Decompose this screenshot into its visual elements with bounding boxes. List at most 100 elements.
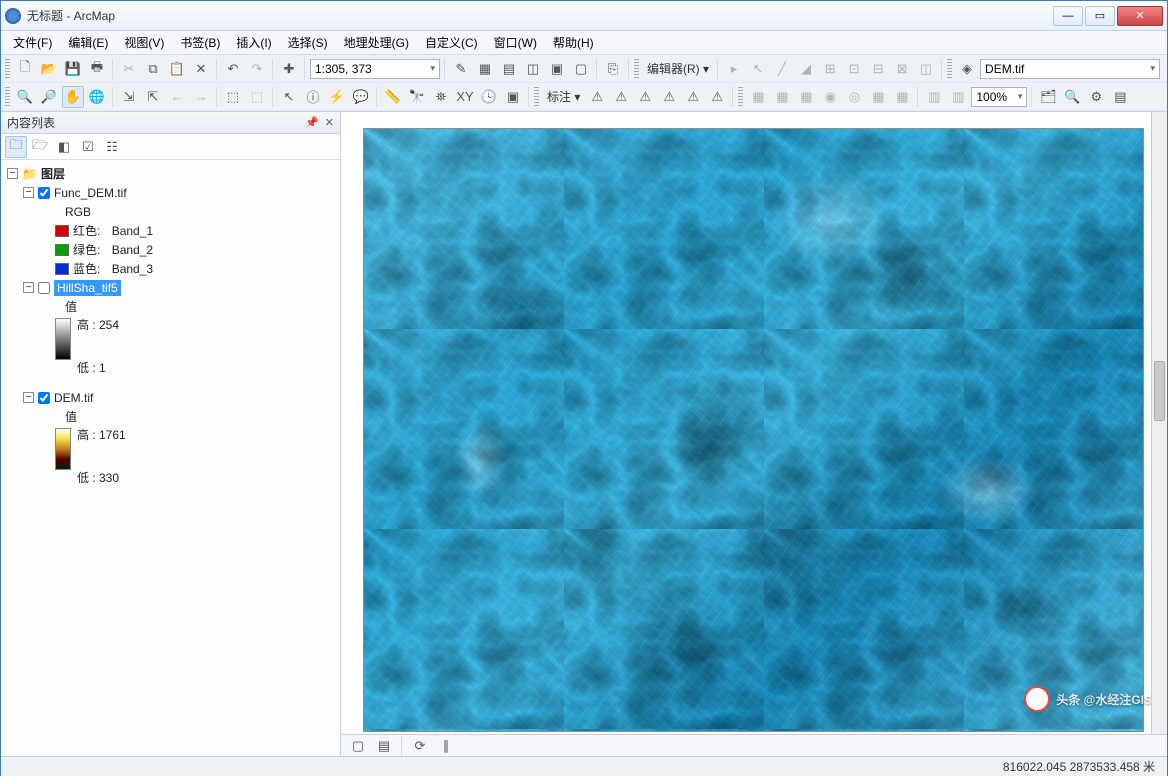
measure-icon[interactable]: 📏	[382, 86, 404, 108]
search-icon[interactable]: 🔍	[1061, 86, 1083, 108]
back-icon[interactable]: ←	[166, 86, 188, 108]
data-view-icon[interactable]: ▢	[347, 735, 369, 757]
cut-icon[interactable]: ✂	[118, 58, 140, 80]
geo1-icon[interactable]: ▦	[747, 86, 769, 108]
options-icon[interactable]: ☷	[101, 136, 123, 158]
find-icon[interactable]: 🔭	[406, 86, 428, 108]
collapse-icon[interactable]: −	[7, 168, 18, 179]
lbl6-icon[interactable]: ⚠	[706, 86, 728, 108]
ed4-icon[interactable]: ◢	[795, 58, 817, 80]
menu-file[interactable]: 文件(F)	[7, 32, 58, 53]
geo5-icon[interactable]: ◎	[843, 86, 865, 108]
fixed-zoom-out-icon[interactable]: ⇱	[142, 86, 164, 108]
tool6-icon[interactable]: ⎘	[602, 58, 624, 80]
menu-geoprocessing[interactable]: 地理处理(G)	[338, 32, 415, 53]
lbl5-icon[interactable]: ⚠	[682, 86, 704, 108]
list-by-source-icon[interactable]: 🗁	[29, 136, 51, 158]
identify-icon[interactable]: ⓘ	[302, 86, 324, 108]
ed7-icon[interactable]: ⊟	[867, 58, 889, 80]
undo-icon[interactable]: ↶	[222, 58, 244, 80]
new-icon[interactable]: 🗋	[14, 58, 36, 80]
geo8-icon[interactable]: ▥	[923, 86, 945, 108]
menu-insert[interactable]: 插入(I)	[230, 32, 277, 53]
menu-bookmark[interactable]: 书签(B)	[174, 32, 226, 53]
tool4-icon[interactable]: ▣	[546, 58, 568, 80]
tool2-icon[interactable]: ▤	[498, 58, 520, 80]
collapse-icon[interactable]: −	[23, 282, 34, 293]
pause-icon[interactable]: ∥	[435, 735, 457, 757]
tool5-icon[interactable]: ▢	[570, 58, 592, 80]
vertical-scrollbar[interactable]	[1151, 112, 1167, 734]
map-canvas[interactable]	[363, 128, 1144, 732]
save-icon[interactable]: 💾	[62, 58, 84, 80]
ed3-icon[interactable]: ╱	[771, 58, 793, 80]
open-icon[interactable]: 📂	[38, 58, 60, 80]
editor-menu[interactable]: 编辑器(R) ▾	[643, 60, 713, 77]
zoom-in-icon[interactable]: 🔍	[14, 86, 36, 108]
editor-toolbar-icon[interactable]: ✎	[450, 58, 472, 80]
hyperlink-icon[interactable]: ⚡	[326, 86, 348, 108]
layer-props-icon[interactable]: ◈	[956, 58, 978, 80]
close-button[interactable]: ✕	[1117, 6, 1163, 26]
close-panel-icon[interactable]: ✕	[325, 116, 334, 129]
fixed-zoom-in-icon[interactable]: ⇲	[118, 86, 140, 108]
ed9-icon[interactable]: ◫	[915, 58, 937, 80]
pin-icon[interactable]: 📌	[305, 116, 319, 129]
geo3-icon[interactable]: ▦	[795, 86, 817, 108]
collapse-icon[interactable]: −	[23, 187, 34, 198]
layer-name[interactable]: Func_DEM.tif	[54, 186, 127, 200]
menu-help[interactable]: 帮助(H)	[547, 32, 600, 53]
print-icon[interactable]: 🖶	[86, 58, 108, 80]
scale-combo[interactable]: 1:305, 373▾	[310, 59, 440, 79]
geo4-icon[interactable]: ◉	[819, 86, 841, 108]
select-features-icon[interactable]: ⬚	[222, 86, 244, 108]
catalog-icon[interactable]: 🗂	[1037, 86, 1059, 108]
lbl1-icon[interactable]: ⚠	[586, 86, 608, 108]
geo9-icon[interactable]: ▥	[947, 86, 969, 108]
clear-selection-icon[interactable]: ⬚	[246, 86, 268, 108]
ed2-icon[interactable]: ↖	[747, 58, 769, 80]
list-by-drawing-icon[interactable]: 🗀	[5, 136, 27, 158]
pointer-icon[interactable]: ↖	[278, 86, 300, 108]
ed5-icon[interactable]: ⊞	[819, 58, 841, 80]
toc-tree[interactable]: −📁图层 −Func_DEM.tif RGB 红色: Band_1 绿色: Ba…	[1, 160, 340, 756]
menu-edit[interactable]: 编辑(E)	[62, 32, 114, 53]
menu-window[interactable]: 窗口(W)	[488, 32, 543, 53]
copy-icon[interactable]: ⧉	[142, 58, 164, 80]
layer-checkbox[interactable]	[38, 282, 50, 294]
zoom-out-icon[interactable]: 🔎	[38, 86, 60, 108]
lbl4-icon[interactable]: ⚠	[658, 86, 680, 108]
goto-xy-icon[interactable]: XY	[454, 86, 476, 108]
add-data-icon[interactable]: ✚	[278, 58, 300, 80]
list-by-visibility-icon[interactable]: ◧	[53, 136, 75, 158]
delete-icon[interactable]: ✕	[190, 58, 212, 80]
ed8-icon[interactable]: ⊠	[891, 58, 913, 80]
html-popup-icon[interactable]: 💬	[350, 86, 372, 108]
menu-customize[interactable]: 自定义(C)	[419, 32, 484, 53]
label-menu[interactable]: 标注 ▾	[543, 88, 584, 105]
viewer-icon[interactable]: ▣	[502, 86, 524, 108]
maximize-button[interactable]: ▭	[1085, 6, 1115, 26]
geo7-icon[interactable]: ▦	[891, 86, 913, 108]
percent-combo[interactable]: 100%▾	[971, 87, 1027, 107]
python-icon[interactable]: ▤	[1109, 86, 1131, 108]
menu-view[interactable]: 视图(V)	[118, 32, 170, 53]
list-by-selection-icon[interactable]: ☑	[77, 136, 99, 158]
layout-view-icon[interactable]: ▤	[373, 735, 395, 757]
full-extent-icon[interactable]: 🌐	[86, 86, 108, 108]
pan-icon[interactable]: ✋	[62, 86, 84, 108]
layer-checkbox[interactable]	[38, 187, 50, 199]
tool3-icon[interactable]: ◫	[522, 58, 544, 80]
menu-select[interactable]: 选择(S)	[282, 32, 334, 53]
geo6-icon[interactable]: ▦	[867, 86, 889, 108]
lbl3-icon[interactable]: ⚠	[634, 86, 656, 108]
paste-icon[interactable]: 📋	[166, 58, 188, 80]
layer-checkbox[interactable]	[38, 392, 50, 404]
find-route-icon[interactable]: ⛯	[430, 86, 452, 108]
layer-name[interactable]: DEM.tif	[54, 391, 93, 405]
layer-name[interactable]: HillSha_tif5	[54, 280, 121, 296]
collapse-icon[interactable]: −	[23, 392, 34, 403]
ed1-icon[interactable]: ▸	[723, 58, 745, 80]
lbl2-icon[interactable]: ⚠	[610, 86, 632, 108]
minimize-button[interactable]: —	[1053, 6, 1083, 26]
